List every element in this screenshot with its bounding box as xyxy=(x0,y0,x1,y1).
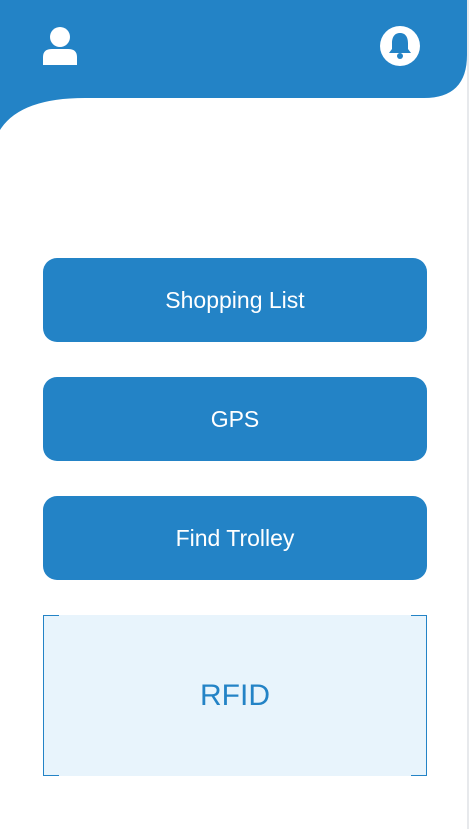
user-icon xyxy=(43,27,77,65)
rfid-corner-bottom-left xyxy=(43,775,59,776)
shopping-list-label: Shopping List xyxy=(165,286,305,313)
rfid-corner-top-left xyxy=(43,615,59,616)
rfid-scan-area[interactable]: RFID xyxy=(43,615,427,776)
rfid-corner-top-right xyxy=(411,615,427,616)
gps-label: GPS xyxy=(210,405,260,432)
bell-icon xyxy=(380,26,420,66)
home-screen: Shopping List GPS Find Trolley RFID xyxy=(0,0,469,829)
shopping-list-button[interactable]: Shopping List xyxy=(43,258,427,342)
find-trolley-button[interactable]: Find Trolley xyxy=(43,496,427,580)
find-trolley-label: Find Trolley xyxy=(175,524,295,551)
rfid-frame-right xyxy=(426,615,427,776)
profile-button[interactable] xyxy=(38,24,82,68)
rfid-label: RFID xyxy=(200,678,270,712)
header-banner xyxy=(0,0,467,130)
rfid-frame-left xyxy=(43,615,44,776)
rfid-corner-bottom-right xyxy=(411,775,427,776)
gps-button[interactable]: GPS xyxy=(43,377,427,461)
notifications-button[interactable] xyxy=(377,23,423,69)
